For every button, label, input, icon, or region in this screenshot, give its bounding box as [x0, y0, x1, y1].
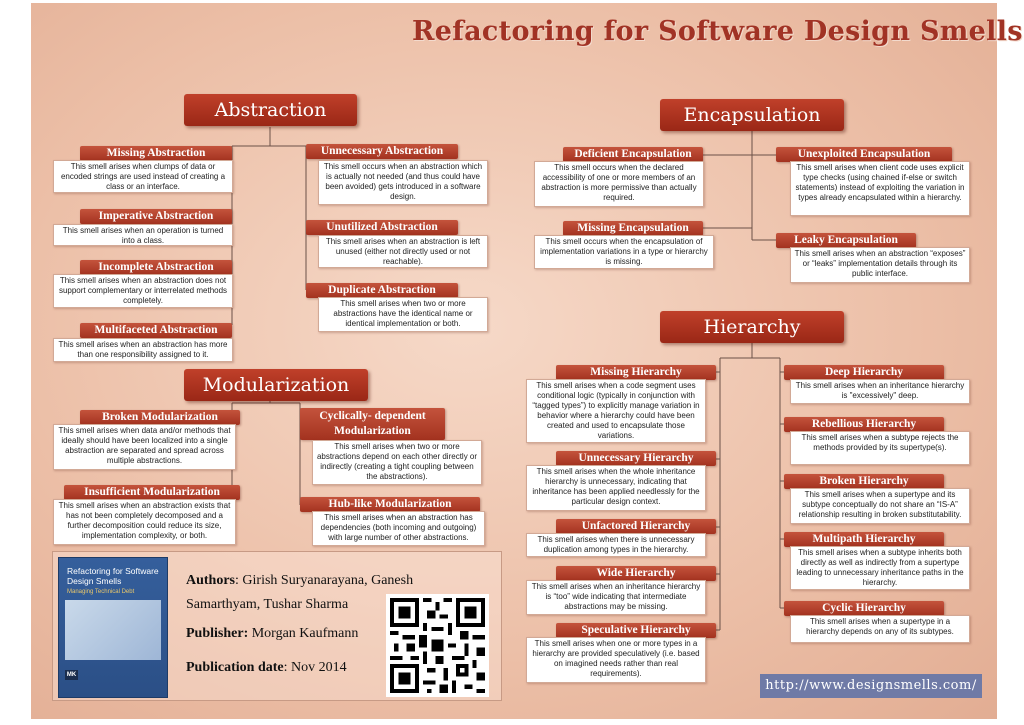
desc-wide-hierarchy: This smell arises when an inheritance hi… — [526, 580, 706, 615]
date-label: Publication date — [186, 660, 284, 675]
smell-deficient-encapsulation: Deficient Encapsulation — [563, 147, 703, 162]
desc-unexploited-encapsulation: This smell arises when client code uses … — [790, 161, 970, 216]
smell-broken-modularization: Broken Modularization — [80, 410, 240, 425]
desc-missing-hierarchy: This smell arises when a code segment us… — [526, 379, 706, 443]
category-hierarchy: Hierarchy — [660, 311, 844, 343]
smell-leaky-encapsulation: Leaky Encapsulation — [776, 233, 916, 248]
smell-imperative-abstraction: Imperative Abstraction — [80, 209, 232, 224]
category-abstraction: Abstraction — [184, 94, 357, 126]
publisher-logo: MK — [65, 670, 78, 680]
desc-unutilized-abstraction: This smell arises when an abstraction is… — [318, 235, 488, 268]
desc-multipath-hierarchy: This smell arises when a subtype inherit… — [790, 546, 970, 590]
smell-rebellious-hierarchy: Rebellious Hierarchy — [784, 417, 944, 432]
desc-unnecessary-abstraction: This smell occurs when an abstraction wh… — [318, 160, 488, 205]
desc-missing-abstraction: This smell arises when clumps of data or… — [53, 160, 233, 193]
desc-unnecessary-hierarchy: This smell arises when the whole inherit… — [526, 465, 706, 511]
smell-deep-hierarchy: Deep Hierarchy — [784, 365, 944, 380]
category-encapsulation: Encapsulation — [660, 99, 844, 131]
website-url-link[interactable]: http://www.designsmells.com/ — [760, 674, 982, 698]
desc-unfactored-hierarchy: This smell arises when there is unnecess… — [526, 533, 706, 557]
category-modularization: Modularization — [184, 369, 368, 401]
book-cover-title: Refactoring for Software Design Smells — [67, 566, 159, 586]
book-authors-line-2: Samarthyam, Tushar Sharma — [186, 597, 349, 612]
desc-incomplete-abstraction: This smell arises when an abstraction do… — [53, 274, 233, 308]
smell-wide-hierarchy: Wide Hierarchy — [556, 566, 716, 581]
smell-multifaceted-abstraction: Multifaceted Abstraction — [80, 323, 232, 338]
authors-value: : Girish Suryanarayana, Ganesh — [235, 573, 414, 588]
book-authors-line: Authors: Girish Suryanarayana, Ganesh — [186, 573, 413, 589]
smell-unexploited-encapsulation: Unexploited Encapsulation — [776, 147, 952, 162]
date-value: : Nov 2014 — [283, 660, 347, 675]
smell-cyclically-dependent-modularization: Cyclically- dependent Modularization — [300, 408, 445, 440]
desc-leaky-encapsulation: This smell arises when an abstraction “e… — [790, 247, 970, 283]
desc-cyclic-hierarchy: This smell arises when a supertype in a … — [790, 615, 970, 643]
desc-imperative-abstraction: This smell arises when an operation is t… — [53, 224, 233, 246]
desc-cyclically-dependent-modularization: This smell arises when two or more abstr… — [312, 440, 482, 485]
desc-speculative-hierarchy: This smell arises when one or more types… — [526, 637, 706, 683]
desc-deep-hierarchy: This smell arises when an inheritance hi… — [790, 379, 970, 404]
desc-broken-modularization: This smell arises when data and/or metho… — [53, 424, 236, 470]
smell-hub-like-modularization: Hub-like Modularization — [300, 497, 480, 512]
desc-duplicate-abstraction: This smell arises when two or more abstr… — [318, 297, 488, 332]
desc-multifaceted-abstraction: This smell arises when an abstraction ha… — [53, 338, 233, 362]
desc-deficient-encapsulation: This smell occurs when the declared acce… — [534, 161, 704, 207]
smell-unutilized-abstraction: Unutilized Abstraction — [306, 220, 458, 235]
desc-rebellious-hierarchy: This smell arises when a subtype rejects… — [790, 431, 970, 465]
book-publisher-line: Publisher: Morgan Kaufmann — [186, 626, 358, 642]
qr-code[interactable] — [386, 594, 489, 697]
smell-broken-hierarchy: Broken Hierarchy — [784, 474, 944, 489]
book-cover-subtitle: Managing Technical Debt — [67, 589, 135, 595]
publisher-value: Morgan Kaufmann — [248, 626, 359, 641]
smell-multipath-hierarchy: Multipath Hierarchy — [784, 532, 944, 547]
authors-label: Authors — [186, 573, 236, 588]
book-date-line: Publication date: Nov 2014 — [186, 660, 347, 676]
smell-unnecessary-abstraction: Unnecessary Abstraction — [306, 144, 458, 159]
book-cover-art — [65, 600, 161, 660]
book-cover: Refactoring for Software Design Smells M… — [58, 557, 168, 698]
smell-missing-abstraction: Missing Abstraction — [80, 146, 232, 161]
smell-cyclic-hierarchy: Cyclic Hierarchy — [784, 601, 944, 616]
smell-missing-encapsulation: Missing Encapsulation — [563, 221, 703, 236]
desc-insufficient-modularization: This smell arises when an abstraction ex… — [53, 499, 236, 545]
desc-hub-like-modularization: This smell arises when an abstraction ha… — [312, 511, 485, 546]
smell-incomplete-abstraction: Incomplete Abstraction — [80, 260, 232, 275]
smell-insufficient-modularization: Insufficient Modularization — [64, 485, 240, 500]
smell-duplicate-abstraction: Duplicate Abstraction — [306, 283, 458, 298]
desc-missing-encapsulation: This smell occurs when the encapsulation… — [534, 235, 714, 269]
publisher-label: Publisher: — [186, 626, 249, 641]
poster-title: Refactoring for Software Design Smells — [412, 16, 1023, 47]
desc-broken-hierarchy: This smell arises when a supertype and i… — [790, 488, 970, 524]
smell-speculative-hierarchy: Speculative Hierarchy — [556, 623, 716, 638]
smell-unnecessary-hierarchy: Unnecessary Hierarchy — [556, 451, 716, 466]
smell-missing-hierarchy: Missing Hierarchy — [556, 365, 716, 380]
smell-unfactored-hierarchy: Unfactored Hierarchy — [556, 519, 716, 534]
